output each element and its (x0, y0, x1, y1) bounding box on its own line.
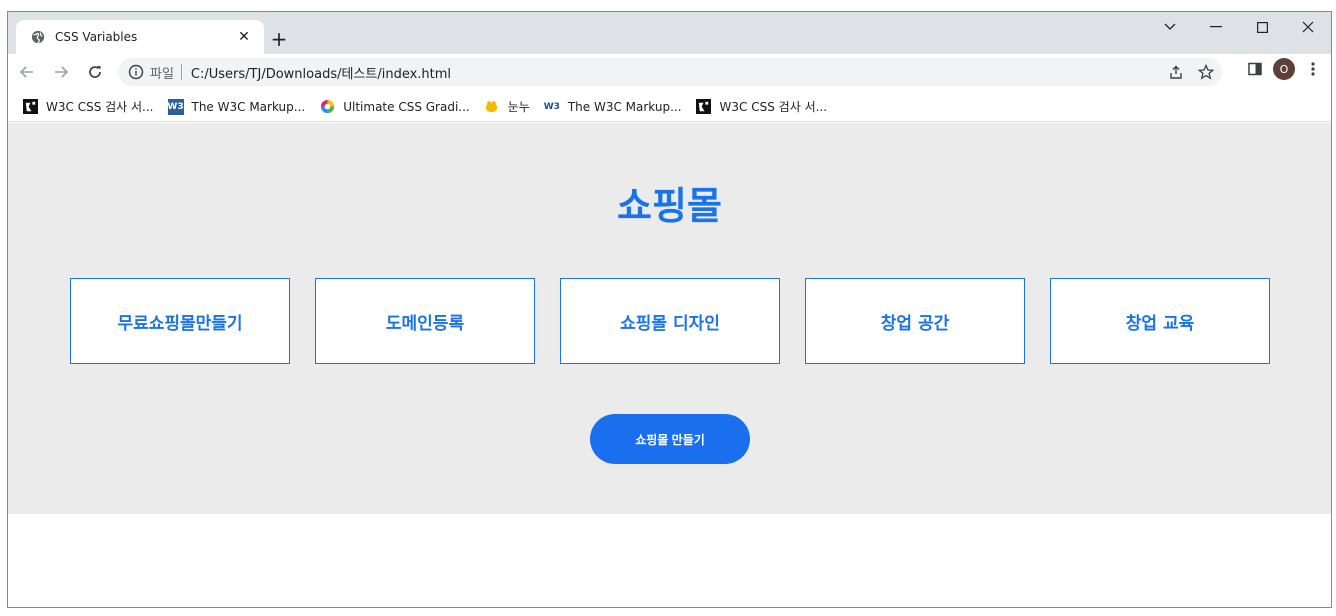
bookmark-item[interactable]: Ultimate CSS Gradi... (319, 95, 470, 119)
noonnu-icon (484, 99, 500, 115)
bookmark-label: Ultimate CSS Gradi... (343, 99, 470, 114)
bookmarks-bar: W3C CSS 검사 서... W3 The W3C Markup... Ult… (8, 92, 1331, 122)
hero-section: 쇼핑몰 무료쇼핑몰만들기 도메인등록 쇼핑몰 디자인 창업 공간 창업 교육 쇼… (8, 123, 1331, 514)
profile-avatar[interactable]: O (1273, 58, 1295, 80)
scheme-label: 파일 (150, 66, 174, 82)
maximize-icon (1256, 21, 1268, 33)
menu-startup-education[interactable]: 창업 교육 (1050, 278, 1270, 364)
bookmark-label: W3C CSS 검사 서... (46, 100, 154, 114)
bookmark-item[interactable]: W3C CSS 검사 서... (22, 95, 154, 119)
globe-icon (30, 29, 46, 45)
page-viewport: 쇼핑몰 무료쇼핑몰만들기 도메인등록 쇼핑몰 디자인 창업 공간 창업 교육 쇼… (8, 123, 1331, 607)
omnibox-actions (1166, 62, 1216, 82)
bookmark-label: W3C CSS 검사 서... (719, 100, 828, 114)
browser-toolbar: 파일 C:/Users/TJ/Downloads/테스트/index.html … (8, 54, 1331, 90)
bookmark-item[interactable]: W3 The W3C Markup... (544, 95, 682, 119)
gradient-icon (319, 99, 335, 115)
window-controls (1147, 12, 1331, 42)
page-title: 쇼핑몰 (617, 184, 722, 228)
share-icon[interactable] (1166, 62, 1186, 82)
tab-search-button[interactable] (1147, 12, 1193, 42)
menu-startup-space[interactable]: 창업 공간 (805, 278, 1025, 364)
back-button[interactable] (12, 57, 42, 87)
bookmark-label: The W3C Markup... (191, 99, 306, 114)
bookmark-label: The W3C Markup... (567, 99, 682, 114)
tab-strip: CSS Variables ✕ + (8, 12, 1331, 54)
maximize-button[interactable] (1239, 12, 1285, 42)
w3c-validator-icon (696, 99, 712, 115)
url-text[interactable]: C:/Users/TJ/Downloads/테스트/index.html (191, 63, 451, 82)
star-icon[interactable] (1196, 62, 1216, 82)
reload-icon (89, 66, 101, 78)
menu-domain[interactable]: 도메인등록 (315, 278, 535, 364)
close-icon (1302, 21, 1314, 33)
reload-button[interactable] (80, 57, 110, 87)
create-shop-button[interactable]: 쇼핑몰 만들기 (590, 414, 750, 464)
tab-close-icon[interactable]: ✕ (234, 27, 254, 47)
close-window-button[interactable] (1285, 12, 1331, 42)
info-icon[interactable] (128, 64, 144, 80)
w3c-validator-icon (22, 99, 38, 115)
menu-free-shop[interactable]: 무료쇼핑몰만들기 (70, 278, 290, 364)
w3-icon: W3 (543, 101, 560, 112)
new-tab-button[interactable]: + (268, 27, 290, 51)
bookmark-item[interactable]: 눈누 (484, 95, 530, 119)
minimize-button[interactable] (1193, 12, 1239, 42)
toolbar-right: O (1245, 58, 1323, 80)
minimize-icon (1210, 26, 1222, 28)
address-bar[interactable]: 파일 C:/Users/TJ/Downloads/테스트/index.html (118, 58, 1222, 86)
bookmark-label: 눈누 (507, 100, 530, 114)
chevron-down-icon (1164, 23, 1176, 30)
arrow-right-icon (55, 66, 69, 78)
tab-css-variables[interactable]: CSS Variables ✕ (16, 20, 264, 54)
more-menu-icon[interactable] (1303, 59, 1323, 79)
bookmark-item[interactable]: W3C CSS 검사 서... (696, 95, 828, 119)
bookmark-item[interactable]: W3 The W3C Markup... (167, 95, 306, 119)
side-panel-icon[interactable] (1245, 59, 1265, 79)
forward-button[interactable] (46, 57, 76, 87)
menu-design[interactable]: 쇼핑몰 디자인 (560, 278, 780, 364)
browser-window: CSS Variables ✕ + 파일 C:/Users/TJ/Downloa… (7, 11, 1332, 608)
tab-title: CSS Variables (55, 30, 138, 44)
arrow-left-icon (19, 66, 33, 78)
w3c-icon: W3 (167, 98, 184, 115)
omnibox-separator (180, 64, 182, 80)
